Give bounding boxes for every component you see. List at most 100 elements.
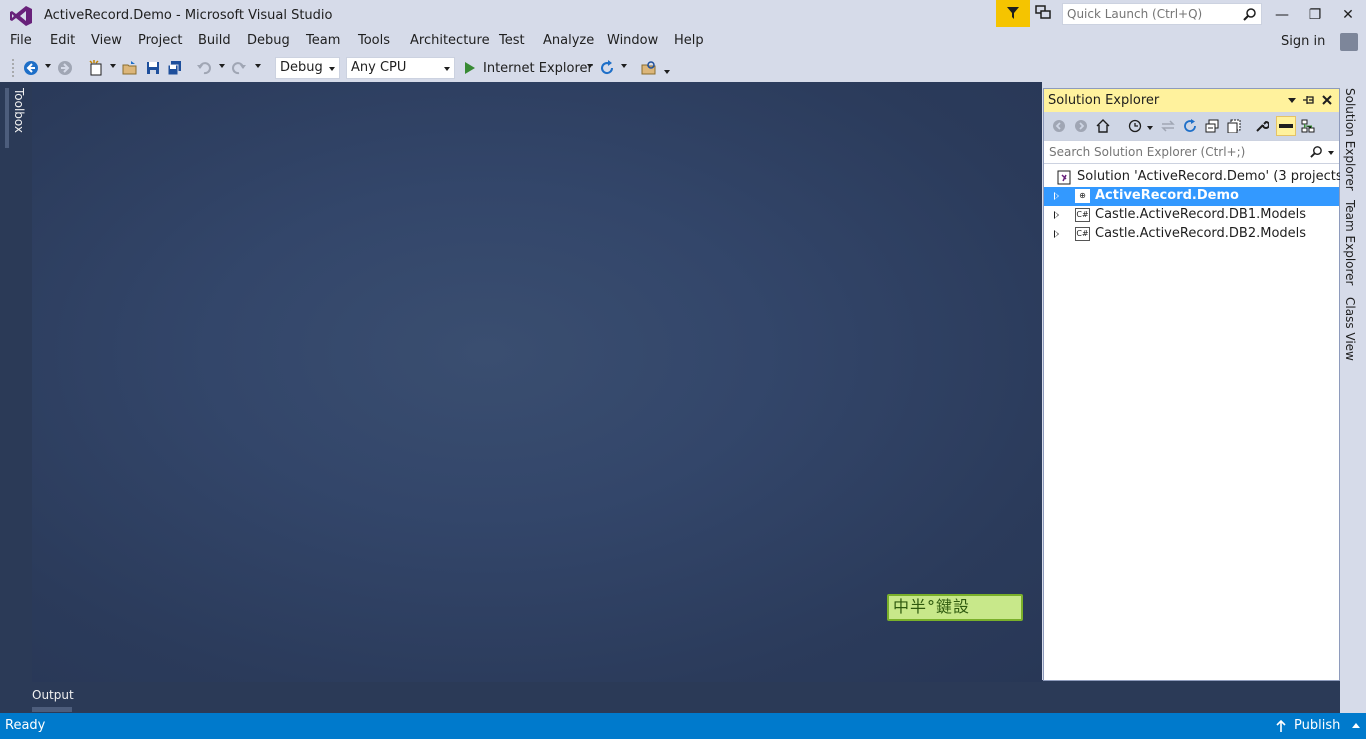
minimize-button[interactable]: — — [1267, 4, 1297, 26]
toolbar-options-icon[interactable] — [664, 70, 670, 74]
se-show-all-files-button[interactable] — [1226, 118, 1242, 134]
window-position-button[interactable] — [1285, 93, 1299, 107]
feedback-icon — [1035, 5, 1051, 19]
se-back-button[interactable] — [1051, 118, 1067, 134]
tree-solution-node[interactable]: Solution 'ActiveRecord.Demo' (3 projects… — [1044, 168, 1348, 187]
project-label: ActiveRecord.Demo — [1095, 188, 1239, 203]
se-forward-button[interactable] — [1073, 118, 1089, 134]
save-button[interactable] — [144, 59, 162, 77]
toolbar-grip[interactable] — [11, 58, 15, 78]
solution-explorer-title: Solution Explorer — [1048, 93, 1160, 108]
search-options-dropdown-icon[interactable] — [1328, 151, 1334, 155]
class-view-side-tab[interactable]: Class View — [1343, 297, 1357, 365]
close-button[interactable]: ✕ — [1333, 4, 1363, 26]
menu-edit[interactable]: Edit — [50, 33, 75, 48]
watermark-stamp: 中半°鍵設 — [887, 594, 1023, 621]
back-dropdown-icon[interactable] — [45, 64, 51, 68]
minimize-icon: — — [1275, 7, 1289, 23]
toolbox-tab[interactable]: Toolbox — [5, 88, 26, 148]
notifications-button[interactable] — [996, 0, 1030, 27]
solution-configuration-select[interactable]: Debug — [275, 57, 340, 79]
team-explorer-side-tab[interactable]: Team Explorer — [1343, 200, 1357, 290]
se-collapse-all-button[interactable] — [1204, 118, 1220, 134]
save-icon — [147, 62, 159, 74]
feedback-button[interactable] — [1034, 4, 1054, 24]
redo-dropdown-icon[interactable] — [255, 64, 261, 68]
editor-area: 中半°鍵設 — [32, 82, 1042, 682]
platform-value: Any CPU — [351, 60, 407, 75]
redo-button[interactable] — [230, 59, 248, 77]
redo-icon — [232, 62, 246, 75]
menu-test[interactable]: Test — [499, 33, 525, 48]
preview-icon — [1279, 124, 1293, 128]
menu-window[interactable]: Window — [607, 33, 658, 48]
toolbox-tab-label: Toolbox — [12, 88, 26, 133]
menu-analyze[interactable]: Analyze — [543, 33, 594, 48]
status-bar: Ready Publish — [0, 713, 1366, 739]
account-icon[interactable] — [1340, 33, 1358, 51]
tree-project-node[interactable]: C# Castle.ActiveRecord.DB1.Models — [1044, 206, 1339, 225]
chevron-down-icon — [444, 67, 450, 71]
menu-help[interactable]: Help — [674, 33, 704, 48]
expand-arrow-icon[interactable] — [1054, 230, 1059, 238]
publish-button[interactable]: Publish — [1276, 718, 1361, 733]
new-project-button[interactable] — [87, 59, 105, 77]
menu-bar: File Edit View Project Build Debug Team … — [0, 32, 1366, 52]
browser-link-refresh-button[interactable] — [598, 59, 616, 77]
new-project-dropdown-icon[interactable] — [110, 64, 116, 68]
quick-launch-box[interactable] — [1062, 3, 1262, 25]
se-home-button[interactable] — [1095, 118, 1111, 134]
navigate-back-button[interactable] — [22, 59, 40, 77]
undo-icon — [197, 62, 211, 75]
open-file-button[interactable] — [121, 59, 139, 77]
sign-in-link[interactable]: Sign in — [1281, 34, 1325, 49]
project-label: Castle.ActiveRecord.DB2.Models — [1095, 226, 1307, 241]
close-panel-button[interactable] — [1320, 93, 1334, 107]
show-all-files-icon — [1227, 119, 1241, 133]
find-in-files-button[interactable] — [640, 59, 658, 77]
solution-explorer-header: Solution Explorer — [1044, 89, 1339, 112]
se-sync-button[interactable] — [1160, 118, 1176, 134]
solution-explorer-search-box[interactable] — [1044, 140, 1339, 164]
tree-project-node[interactable]: C# Castle.ActiveRecord.DB2.Models — [1044, 225, 1339, 244]
menu-view[interactable]: View — [91, 33, 122, 48]
navigate-forward-button[interactable] — [56, 59, 74, 77]
save-all-button[interactable] — [166, 59, 184, 77]
quick-launch-input[interactable] — [1063, 4, 1239, 24]
wrench-icon — [1256, 120, 1269, 132]
se-pending-changes-filter-button[interactable] — [1127, 118, 1143, 134]
undo-button[interactable] — [195, 59, 213, 77]
start-debugging-button[interactable]: Internet Explorer — [464, 59, 593, 77]
filter-dropdown-icon[interactable] — [1147, 126, 1153, 130]
auto-hide-button[interactable] — [1302, 93, 1316, 107]
solution-explorer-search-input[interactable] — [1044, 141, 1294, 163]
se-refresh-button[interactable] — [1182, 118, 1198, 134]
undo-dropdown-icon[interactable] — [219, 64, 225, 68]
expand-arrow-icon[interactable] — [1054, 211, 1059, 219]
expand-arrow-icon[interactable] — [1054, 192, 1059, 200]
menu-project[interactable]: Project — [138, 33, 182, 48]
se-preview-selected-button[interactable] — [1276, 116, 1296, 136]
run-target-label: Internet Explorer — [483, 60, 593, 76]
run-target-dropdown-icon[interactable] — [587, 64, 593, 68]
menu-build[interactable]: Build — [198, 33, 231, 48]
se-properties-button[interactable] — [1254, 118, 1270, 134]
menu-debug[interactable]: Debug — [247, 33, 290, 48]
menu-team[interactable]: Team — [306, 33, 340, 48]
save-all-icon — [167, 61, 181, 76]
output-tab[interactable]: Output — [32, 688, 74, 702]
menu-tools[interactable]: Tools — [358, 33, 390, 48]
menu-architecture[interactable]: Architecture — [410, 33, 490, 48]
tree-project-node[interactable]: ⊕ ActiveRecord.Demo — [1044, 187, 1339, 206]
se-class-diagram-button[interactable] — [1300, 118, 1316, 134]
refresh-icon — [1184, 119, 1196, 132]
solution-explorer-side-tab[interactable]: Solution Explorer — [1343, 88, 1357, 195]
solution-explorer-toolbar — [1044, 112, 1339, 140]
up-arrow-icon — [1276, 719, 1286, 732]
menu-file[interactable]: File — [10, 33, 32, 48]
team-explorer-side-tab-label: Team Explorer — [1343, 200, 1357, 286]
solution-platform-select[interactable]: Any CPU — [346, 57, 455, 79]
maximize-button[interactable]: ❐ — [1300, 4, 1330, 26]
left-tool-window-strip: Toolbox — [0, 82, 32, 713]
browser-link-dropdown-icon[interactable] — [621, 64, 627, 68]
